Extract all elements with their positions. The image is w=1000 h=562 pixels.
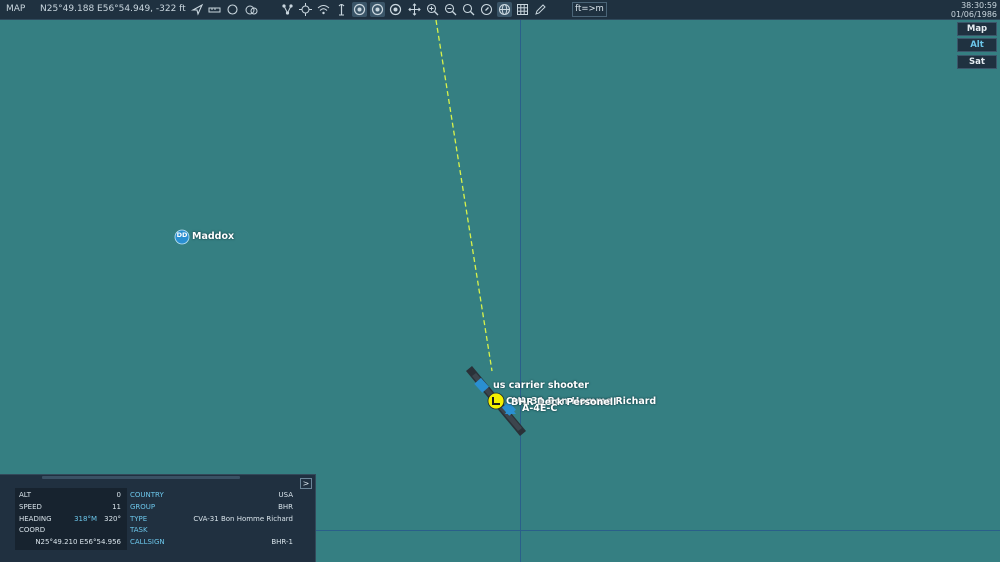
group-label: GROUP bbox=[130, 503, 156, 511]
group-value: BHR bbox=[278, 503, 293, 511]
unit-label-carrier-shooter[interactable]: us carrier shooter bbox=[493, 380, 589, 391]
coord-label: COORD bbox=[19, 526, 46, 534]
unit-label-maddox[interactable]: Maddox bbox=[192, 231, 234, 242]
type-label: TYPE bbox=[130, 515, 148, 523]
alt-value: 0 bbox=[116, 491, 121, 499]
heading-true-value: 320° bbox=[104, 515, 121, 523]
heading-label: HEADING bbox=[19, 515, 52, 523]
heading-magnetic-value: 318°M bbox=[74, 515, 97, 523]
selected-unit-icon[interactable] bbox=[487, 392, 505, 410]
callsign-label: CALLSIGN bbox=[130, 538, 165, 546]
type-value: CVA-31 Bon Homme Richard bbox=[193, 515, 293, 523]
unit-label-a4e[interactable]: A-4E-C bbox=[522, 403, 557, 414]
destroyer-marker: DD bbox=[176, 231, 188, 239]
expand-panel-button[interactable]: > bbox=[300, 478, 312, 489]
route-line bbox=[435, 19, 493, 372]
country-value: USA bbox=[278, 491, 294, 499]
speed-value: 11 bbox=[112, 503, 121, 511]
coord-value: N25°49.210 E56°54.956 bbox=[35, 538, 121, 546]
speed-label: SPEED bbox=[19, 503, 42, 511]
panel-scrollbar[interactable] bbox=[42, 476, 240, 479]
unit-info-panel: > ALT 0 SPEED 11 HEADING 318°M 320° COOR… bbox=[0, 474, 316, 562]
country-label: COUNTRY bbox=[130, 491, 164, 499]
alt-label: ALT bbox=[19, 491, 32, 499]
callsign-value: BHR-1 bbox=[271, 538, 293, 546]
task-label: TASK bbox=[130, 526, 148, 534]
